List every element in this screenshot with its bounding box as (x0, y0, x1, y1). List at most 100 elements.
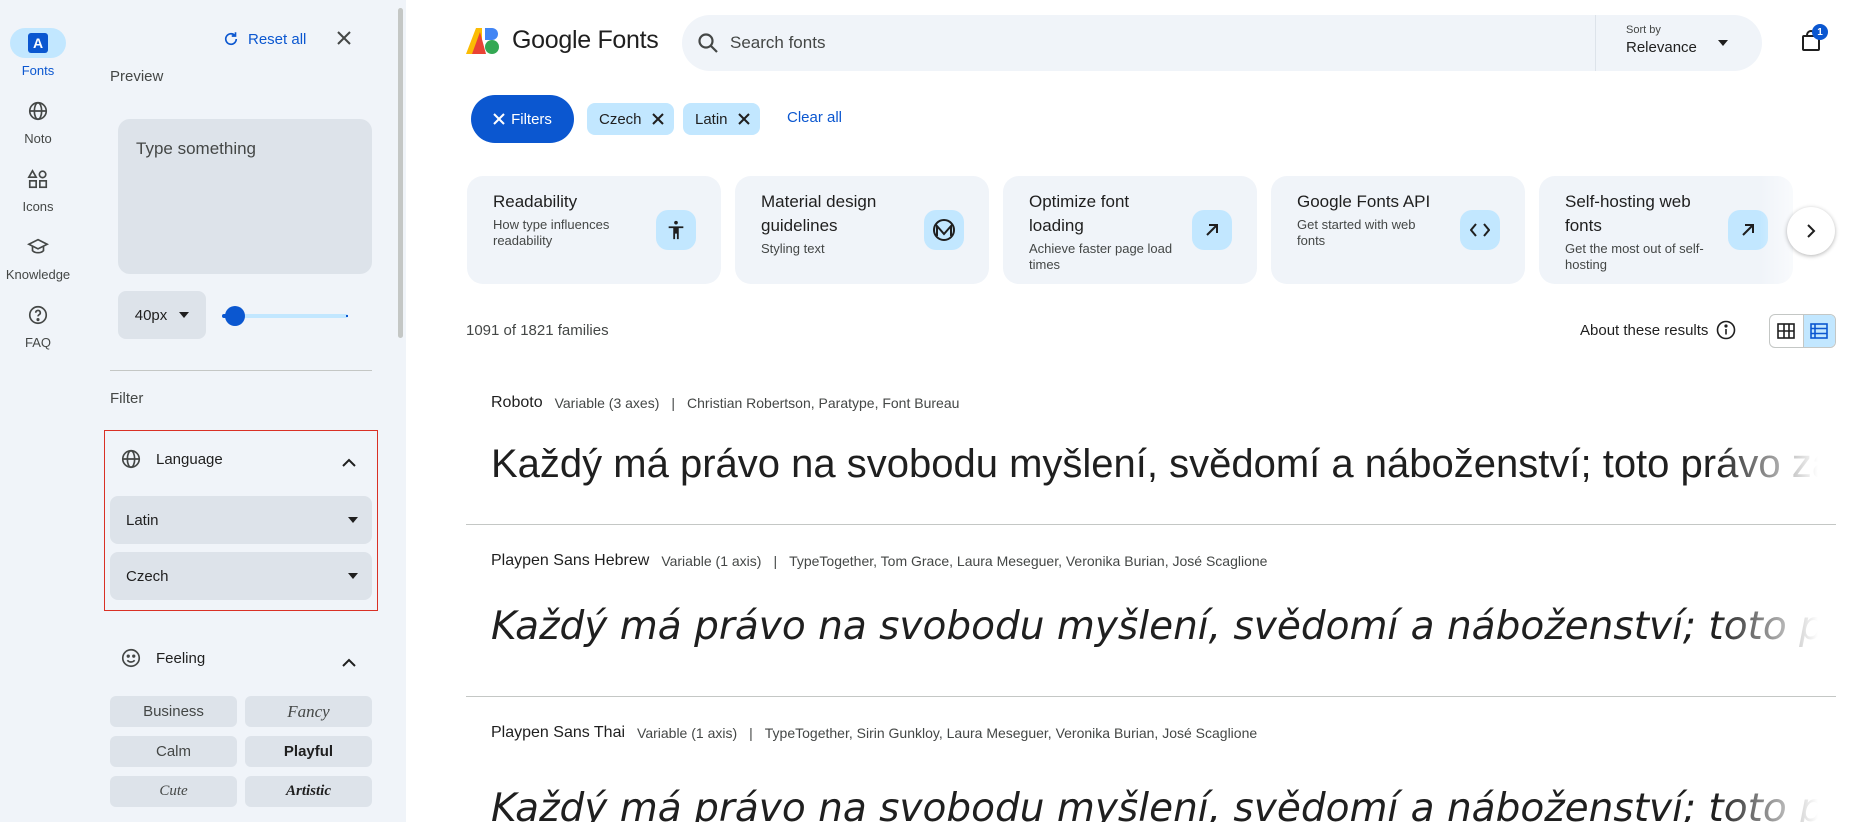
logo-text: Google Fonts (512, 26, 659, 54)
feeling-chip-business[interactable]: Business (110, 696, 237, 727)
slider-end-dot (346, 315, 348, 317)
about-results-label: About these results (1580, 321, 1709, 339)
font-family-row[interactable]: Playpen Sans Thai Variable (1 axis) | Ty… (466, 720, 1836, 822)
rail-label: Icons (22, 199, 54, 214)
rail-item-icons[interactable]: Icons (0, 164, 76, 214)
chevron-up-icon (342, 458, 356, 467)
material-logo-icon (924, 210, 964, 250)
font-variable-info: Variable (1 axis) (637, 725, 738, 741)
font-family-row[interactable]: Playpen Sans Hebrew Variable (1 axis) | … (466, 548, 1836, 698)
rail-item-fonts[interactable]: A Fonts (0, 28, 76, 78)
preview-text-input[interactable]: Type something (118, 119, 372, 274)
separator: | (773, 553, 778, 569)
preview-title: Preview (110, 68, 164, 85)
close-icon[interactable] (651, 113, 664, 125)
rail-label: Fonts (21, 63, 55, 78)
filter-chip-czech[interactable]: Czech (587, 103, 674, 135)
about-results-button[interactable]: About these results (1580, 320, 1736, 340)
rail-item-faq[interactable]: FAQ (0, 300, 76, 350)
feeling-chip-calm[interactable]: Calm (110, 736, 237, 767)
bag-count-badge: 1 (1812, 24, 1828, 40)
feeling-chip-playful[interactable]: Playful (245, 736, 372, 767)
feeling-chip-fancy[interactable]: Fancy (245, 696, 372, 727)
globe-icon (121, 449, 141, 469)
close-icon[interactable] (737, 113, 750, 125)
caret-down-icon (348, 517, 358, 523)
panel-scrollbar[interactable] (398, 8, 403, 338)
arrow-up-right-icon (1192, 210, 1232, 250)
help-circle-icon (10, 300, 66, 330)
close-icon (337, 31, 351, 45)
knowledge-card-api[interactable]: Google Fonts API Get started with web fo… (1271, 176, 1525, 284)
knowledge-card-self-hosting[interactable]: Self-hosting web fonts Get the most out … (1539, 176, 1793, 284)
font-size-select[interactable]: 40px (118, 291, 206, 339)
reset-all-button[interactable]: Reset all (222, 30, 306, 48)
filters-button[interactable]: Filters (471, 95, 574, 143)
sort-value: Relevance (1626, 39, 1697, 56)
rail-label: Noto (24, 131, 52, 146)
knowledge-card-material[interactable]: Material design guidelines Styling text (735, 176, 989, 284)
card-title: Material design guidelines (761, 192, 877, 235)
font-variable-info: Variable (3 axes) (554, 395, 660, 411)
font-size-slider[interactable] (222, 306, 348, 326)
close-icon (493, 113, 505, 125)
sort-label: Sort by (1626, 24, 1661, 36)
caret-down-icon (348, 573, 358, 579)
card-desc: How type influences readability (493, 217, 610, 248)
card-desc: Styling text (761, 241, 825, 256)
separator: | (749, 725, 753, 741)
font-designers: Christian Robertson, Paratype, Font Bure… (687, 395, 960, 411)
font-family-meta: Playpen Sans Thai Variable (1 axis) | Ty… (491, 724, 1257, 742)
list-view-button[interactable] (1802, 315, 1835, 347)
rail-item-knowledge[interactable]: Knowledge (0, 232, 76, 282)
font-family-row[interactable]: Roboto Variable (3 axes) | Christian Rob… (466, 390, 1836, 525)
font-family-name[interactable]: Playpen Sans Thai (491, 724, 625, 742)
cards-next-button[interactable] (1787, 207, 1835, 255)
card-desc: Get started with web fonts (1297, 217, 1416, 248)
rail-item-noto[interactable]: Noto (0, 96, 76, 146)
divider (110, 370, 372, 371)
row-divider (466, 696, 1836, 697)
knowledge-card-optimize[interactable]: Optimize font loading Achieve faster pag… (1003, 176, 1257, 284)
language-value: Czech (126, 567, 169, 585)
search-input[interactable] (730, 29, 1530, 57)
writing-system-dropdown[interactable]: Latin (110, 496, 372, 544)
filter-chip-latin[interactable]: Latin (683, 103, 760, 135)
sort-divider (1595, 15, 1596, 71)
card-desc: Get the most out of self-hosting (1565, 241, 1704, 272)
filter-panel: Reset all Preview Type something 40px Fi… (86, 0, 406, 822)
chevron-up-icon (342, 658, 356, 667)
feeling-chip-artistic[interactable]: Artistic (245, 776, 372, 807)
grid-view-button[interactable] (1770, 315, 1803, 347)
close-panel-button[interactable] (336, 30, 352, 51)
feeling-collapse-button[interactable] (342, 654, 356, 672)
info-icon (1717, 320, 1736, 340)
caret-down-icon (179, 312, 190, 318)
font-designers: TypeTogether, Sirin Gunkloy, Laura Meseg… (764, 725, 1258, 741)
slider-thumb[interactable] (224, 306, 245, 326)
feeling-accordion-header[interactable]: Feeling (120, 647, 205, 669)
google-fonts-logo-icon (466, 27, 499, 54)
sample-fade (1716, 786, 1836, 822)
knowledge-card-readability[interactable]: Readability How type influences readabil… (467, 176, 721, 284)
chip-label: Latin (695, 110, 728, 128)
refresh-icon (224, 32, 238, 46)
sample-fade (1716, 442, 1836, 492)
search-bar: Sort by Relevance (682, 15, 1762, 71)
font-sample-text: Každý má právo na svobodu myšlení, svědo… (491, 604, 1836, 649)
language-dropdown[interactable]: Czech (110, 552, 372, 600)
language-accordion-header[interactable]: Language (120, 448, 223, 470)
feeling-chip-cute[interactable]: Cute (110, 776, 237, 807)
font-family-name[interactable]: Playpen Sans Hebrew (491, 552, 649, 570)
font-family-name[interactable]: Roboto (491, 394, 543, 412)
language-collapse-button[interactable] (342, 454, 356, 472)
clear-all-button[interactable]: Clear all (787, 109, 842, 126)
chevron-right-icon (1806, 224, 1815, 238)
font-variable-info: Variable (1 axis) (661, 553, 762, 569)
graduation-cap-icon (10, 232, 66, 262)
google-fonts-logo[interactable]: Google Fonts (466, 26, 659, 55)
view-toggle (1769, 314, 1836, 348)
sort-select[interactable]: Sort by Relevance (1626, 24, 1697, 56)
list-icon (1810, 323, 1829, 339)
font-designers: TypeTogether, Tom Grace, Laura Meseguer,… (789, 553, 1268, 569)
